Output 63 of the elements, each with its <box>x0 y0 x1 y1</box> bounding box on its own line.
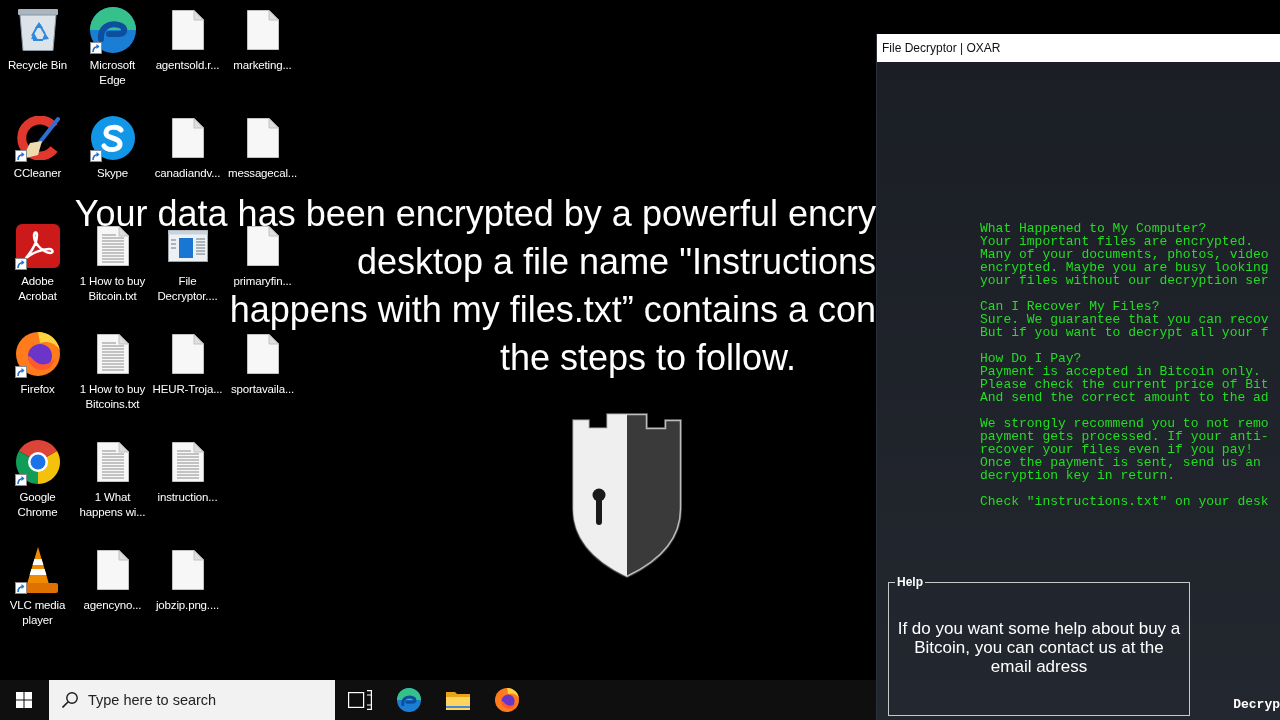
edge-logo-icon <box>396 688 421 712</box>
file-icon <box>171 10 204 50</box>
group-title: Help <box>896 575 924 589</box>
firefox-logo-icon <box>494 688 519 712</box>
desktop-icon[interactable]: agentsold.r... <box>150 6 225 73</box>
file-icon <box>171 550 204 590</box>
search-field[interactable]: Type here to search <box>49 680 335 720</box>
windows-logo-icon <box>16 692 32 708</box>
file-icon <box>246 226 279 266</box>
wallpaper-text-line: the steps to follow. <box>499 338 797 378</box>
folder-icon <box>445 690 470 710</box>
desktop-icon[interactable]: canadiandv... <box>150 114 225 181</box>
window-title: File Decryptor | OXAR <box>882 41 1001 55</box>
wallpaper-text-line: desktop a file name "Instructions <box>356 242 876 282</box>
app-window-icon <box>167 230 208 262</box>
desktop-icon[interactable]: Google Chrome <box>0 438 75 520</box>
note-paragraph: Your important files are encrypted. Many of your documents, photos, video encrypted. Maybe you are busy looking your files without our decryption ser <box>980 235 1269 287</box>
text-file-icon <box>171 442 204 482</box>
note-paragraph: We strongly recommend you to not remo payment gets processed. If your anti- recover your files even if you pay! Once the payment is sent, send us an decryption key in return. <box>980 417 1269 482</box>
skype-logo-icon <box>90 116 135 160</box>
desktop-icon[interactable]: HEUR-Troja... <box>150 330 225 397</box>
desktop-icon[interactable]: Adobe Acrobat <box>0 222 75 304</box>
wallpaper-text-line: happens with my files.txt” contains a con <box>229 290 876 330</box>
desktop-icon[interactable]: 1 What happens wi... <box>75 438 150 520</box>
note-paragraph: Check "instructions.txt" on your desk <box>980 495 1269 508</box>
file-icon <box>171 334 204 374</box>
ccleaner-logo-icon <box>15 116 60 160</box>
desktop-icon[interactable]: CCleaner <box>0 114 75 181</box>
note-paragraph: Payment is accepted in Bitcoin only. Please check the current price of Bit And send the correct amount to the ad <box>980 365 1269 404</box>
desktop-icon[interactable]: instruction... <box>150 438 225 505</box>
desktop-icon[interactable]: Microsoft Edge <box>75 6 150 88</box>
firefox-logo-icon <box>15 332 60 376</box>
desktop-icon[interactable]: Firefox <box>0 330 75 397</box>
desktop-icon[interactable]: marketing... <box>225 6 300 73</box>
file-icon <box>246 334 279 374</box>
note-heading: What Happened to My Computer? <box>980 222 1207 235</box>
desktop-icon[interactable]: 1 How to buy Bitcoins.txt <box>75 330 150 412</box>
text-file-icon <box>96 226 129 266</box>
desktop-icon[interactable]: sportavaila... <box>225 330 300 397</box>
task-view-icon <box>347 690 372 710</box>
desktop-icon[interactable]: messagecal... <box>225 114 300 181</box>
desktop-icon[interactable]: Recycle Bin <box>0 6 75 73</box>
acrobat-logo-icon <box>15 224 60 268</box>
desktop-icon[interactable]: VLC media player <box>0 546 75 628</box>
chrome-logo-icon <box>15 440 60 484</box>
note-heading: How Do I Pay? <box>980 352 1082 365</box>
text-file-icon <box>96 442 129 482</box>
wallpaper-text-line: Your data has been encrypted by a powerful encry <box>74 194 876 234</box>
file-icon <box>246 118 279 158</box>
note-paragraph: Sure. We guarantee that you can recov But if you want to decrypt all your f <box>980 313 1269 339</box>
edge-logo-icon <box>89 7 136 53</box>
footer-label: Decryp <box>1233 697 1280 712</box>
text-file-icon <box>96 334 129 374</box>
desktop-icon[interactable]: Skype <box>75 114 150 181</box>
file-icon <box>96 550 129 590</box>
help-text: If do you want some help about buy a Bitcoin, you can contact us at the email adress <box>896 619 1182 676</box>
file-icon <box>246 10 279 50</box>
file-icon <box>171 118 204 158</box>
desktop-icon[interactable]: agencyno... <box>75 546 150 613</box>
search-icon <box>62 692 78 708</box>
note-heading: Can I Recover My Files? <box>980 300 1160 313</box>
recycle-bin-icon <box>17 9 58 51</box>
desktop-icon[interactable]: jobzip.png.... <box>150 546 225 613</box>
